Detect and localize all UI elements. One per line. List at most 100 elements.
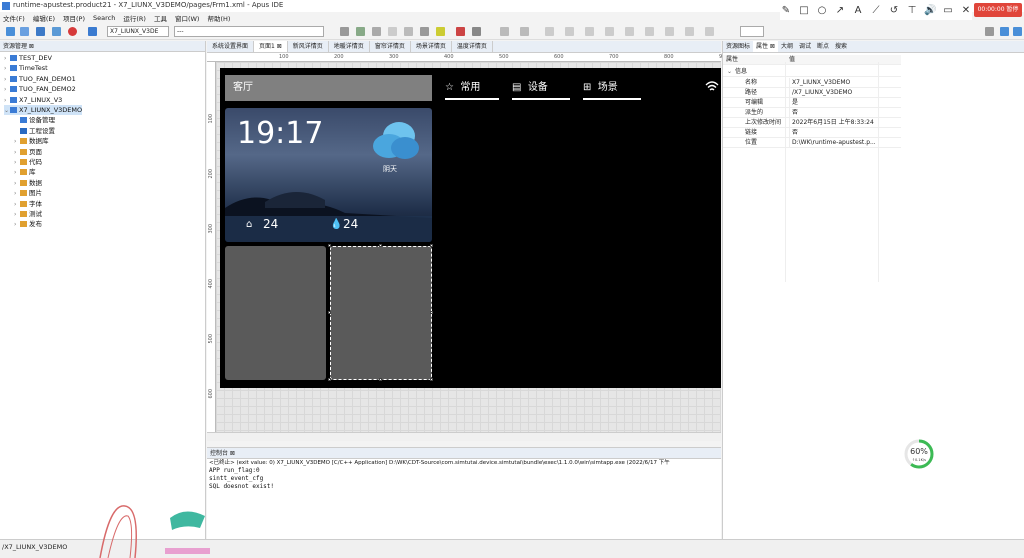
tree-item[interactable]: › 图片 [14, 188, 42, 198]
editor-tab[interactable]: 场景详情页 [411, 41, 452, 52]
device-tile-2-selected[interactable] [330, 246, 432, 380]
recorder-tool-icon[interactable]: 🔊 [924, 5, 936, 16]
recorder-tool-icon[interactable]: A [852, 5, 864, 16]
tree-item[interactable]: › 测试 [14, 209, 42, 219]
tree-item[interactable]: › 发布 [14, 219, 42, 229]
recorder-tool-icon[interactable]: ○ [816, 5, 828, 16]
tool-icon-17[interactable] [685, 27, 694, 36]
property-row[interactable]: 路径/X7_LIUNX_V3DEMO [723, 88, 901, 98]
tool-icon-11[interactable] [565, 27, 574, 36]
editor-tab[interactable]: 系统设置界面 [207, 41, 255, 52]
property-row[interactable]: 派生的 否 [723, 108, 901, 118]
new-icon[interactable] [6, 27, 15, 36]
save-icon[interactable] [20, 27, 29, 36]
recorder-tool-icon[interactable]: ▭ [942, 5, 954, 16]
property-row[interactable]: 位置 D:\WK\runtime-apustest.p... [723, 138, 901, 148]
console-tab[interactable]: 控制台 ⊠ [207, 448, 721, 459]
editor-tab[interactable]: 温度详情页 [452, 41, 493, 52]
tool-icon-16[interactable] [665, 27, 674, 36]
tree-item[interactable]: › X7_LINUX_V3 [4, 95, 62, 105]
perspective-icon-2[interactable] [1000, 27, 1009, 36]
recorder-tool-icon[interactable]: ⊤ [906, 5, 918, 16]
menu-item[interactable]: 运行(R) [123, 13, 146, 23]
property-row[interactable]: 链接 否 [723, 128, 901, 138]
tool-icon-6[interactable] [420, 27, 429, 36]
recorder-tool-icon[interactable]: ✕ [960, 5, 972, 16]
recorder-stop-button[interactable]: 00:00:00 暂停 [974, 3, 1022, 17]
device-tile-1[interactable] [225, 246, 326, 380]
properties-view-tab[interactable]: 调试 [796, 41, 814, 52]
resize-handle-t[interactable] [379, 244, 382, 247]
tree-item[interactable]: › 页面 [14, 147, 42, 157]
menu-item[interactable]: 帮助(H) [207, 13, 230, 23]
tool-icon-4[interactable] [388, 27, 397, 36]
resize-handle-tr[interactable] [430, 244, 433, 247]
config-combo[interactable]: --- [174, 26, 324, 37]
tool-icon-3[interactable] [372, 27, 381, 36]
editor-tab[interactable]: 页面1 ⊠ [254, 41, 288, 52]
resize-handle-b[interactable] [379, 378, 382, 381]
recorder-tool-icon[interactable]: ↗ [834, 5, 846, 16]
tree-item[interactable]: › TimeTest [4, 63, 48, 73]
tree-item[interactable]: › 数据库 [14, 136, 49, 146]
properties-view-tab[interactable]: 大纲 [778, 41, 796, 52]
zoom-combo[interactable] [740, 26, 764, 37]
nav-tab-devices[interactable]: ▤ 设备 [512, 78, 570, 100]
tool-icon-10[interactable] [545, 27, 554, 36]
tool-icon-5[interactable] [404, 27, 413, 36]
nav-tab-common[interactable]: ☆ 常用 [445, 78, 499, 100]
tree-item[interactable]: › 代码 [14, 157, 42, 167]
properties-view-tab[interactable]: 断点 [814, 41, 832, 52]
property-row[interactable]: 上次修改时间 2022年6月15日 上午8:33:24 [723, 118, 901, 128]
properties-view-tab[interactable]: 搜索 [832, 41, 850, 52]
project-combo[interactable]: X7_LIUNX_V3DE [107, 26, 169, 37]
tree-item[interactable]: 设备管理 [14, 115, 55, 125]
recorder-tool-icon[interactable]: ⟋ [870, 5, 882, 16]
nav-tab-scenes[interactable]: ⊞ 场景 [583, 78, 641, 100]
tool-icon-12[interactable] [585, 27, 594, 36]
tree-item[interactable]: › TUO_FAN_DEMO1 [4, 74, 76, 84]
menu-item[interactable]: 项目(P) [63, 13, 85, 23]
recorder-tool-icon[interactable]: ✎ [780, 5, 792, 16]
nav-forward-icon[interactable] [520, 27, 529, 36]
tree-item[interactable]: › TEST_DEV [4, 53, 52, 63]
property-group[interactable]: ⌄ 信息 [723, 67, 901, 77]
horizontal-scrollbar[interactable] [207, 432, 721, 441]
menu-item[interactable]: 文件(F) [3, 13, 25, 23]
download-icon[interactable] [88, 27, 97, 36]
resize-handle-br[interactable] [430, 378, 433, 381]
menu-item[interactable]: 工具 [154, 13, 167, 23]
room-label[interactable]: 客厅 [225, 75, 432, 101]
property-row[interactable]: 名称 X7_LIUNX_V3DEMO [723, 78, 901, 88]
tool-icon-18[interactable] [705, 27, 714, 36]
recorder-tool-icon[interactable]: □ [798, 5, 810, 16]
editor-tab[interactable]: 窗帘详情页 [370, 41, 411, 52]
resize-handle-bl[interactable] [328, 378, 331, 381]
explorer-tab[interactable]: 资源管理 ⊠ [0, 41, 205, 52]
tree-item[interactable]: › 数据 [14, 178, 42, 188]
tool-icon-1[interactable] [340, 27, 349, 36]
menu-item[interactable]: Search [93, 14, 115, 22]
menu-item[interactable]: 编辑(E) [33, 13, 55, 23]
perspective-icon-3[interactable] [1013, 27, 1022, 36]
tool-icon-8[interactable] [456, 27, 465, 36]
property-row[interactable]: 可编辑 是 [723, 98, 901, 108]
properties-view-tab[interactable]: 属性 ⊠ [753, 41, 778, 52]
tree-item[interactable]: 工程设置 [14, 126, 55, 136]
stop-icon[interactable] [68, 27, 77, 36]
resize-handle-tl[interactable] [328, 244, 331, 247]
editor-tab[interactable]: 新风详情页 [288, 41, 329, 52]
tool-icon-7[interactable] [436, 27, 445, 36]
tree-item[interactable]: › 库 [14, 167, 36, 177]
tree-item[interactable]: › 字体 [14, 199, 42, 209]
build-icon[interactable] [36, 27, 45, 36]
properties-view-tab[interactable]: 资源图标 [723, 41, 753, 52]
debug-icon[interactable] [52, 27, 61, 36]
nav-back-icon[interactable] [500, 27, 509, 36]
tool-icon-13[interactable] [605, 27, 614, 36]
tree-item[interactable]: ⌄ X7_LIUNX_V3DEMO [4, 105, 83, 115]
network-speed-widget[interactable]: 60% ↑0.1K/s [903, 438, 935, 470]
menu-item[interactable]: 窗口(W) [175, 13, 200, 23]
tree-item[interactable]: › TUO_FAN_DEMO2 [4, 84, 76, 94]
tool-icon-15[interactable] [645, 27, 654, 36]
